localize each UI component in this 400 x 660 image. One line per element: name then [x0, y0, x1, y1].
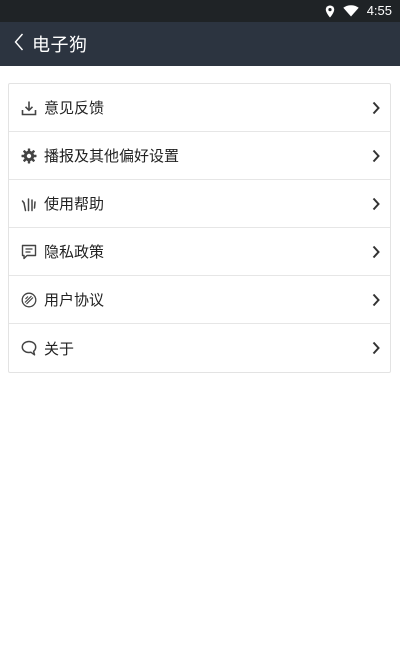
menu-item-label: 意见反馈	[44, 99, 105, 117]
menu-item-preferences[interactable]: 播报及其他偏好设置	[9, 132, 390, 180]
settings-menu: 意见反馈 播报及其他偏好设置 使用帮助 隐私政策 用户协议 关于	[8, 83, 391, 373]
status-icons: 4:55	[325, 0, 392, 22]
menu-item-privacy[interactable]: 隐私政策	[9, 228, 390, 276]
menu-item-label: 使用帮助	[44, 195, 105, 213]
message-icon	[20, 243, 38, 261]
location-icon	[325, 5, 335, 18]
menu-item-label: 用户协议	[44, 291, 105, 309]
menu-item-agreement[interactable]: 用户协议	[9, 276, 390, 324]
chat-bubble-icon	[20, 339, 38, 357]
wifi-icon	[342, 5, 359, 17]
gear-icon	[20, 147, 38, 165]
menu-item-feedback[interactable]: 意见反馈	[9, 84, 390, 132]
status-bar: 4:55	[0, 0, 400, 22]
agreement-icon	[20, 291, 38, 309]
menu-item-label: 隐私政策	[44, 243, 105, 261]
chevron-left-icon	[14, 33, 24, 55]
menu-item-label: 关于	[44, 339, 75, 358]
app-bar: 电子狗	[0, 22, 400, 66]
chevron-right-icon	[372, 276, 380, 324]
download-icon	[20, 99, 38, 117]
help-hand-icon	[20, 195, 38, 213]
menu-item-help[interactable]: 使用帮助	[9, 180, 390, 228]
chevron-right-icon	[372, 180, 380, 228]
menu-item-label: 播报及其他偏好设置	[44, 147, 180, 165]
chevron-right-icon	[372, 84, 380, 132]
menu-item-about[interactable]: 关于	[9, 324, 390, 372]
back-button[interactable]	[8, 22, 30, 66]
chevron-right-icon	[372, 324, 380, 372]
chevron-right-icon	[372, 132, 380, 180]
page-title: 电子狗	[32, 35, 88, 56]
chevron-right-icon	[372, 228, 380, 276]
status-time: 4:55	[366, 3, 392, 18]
